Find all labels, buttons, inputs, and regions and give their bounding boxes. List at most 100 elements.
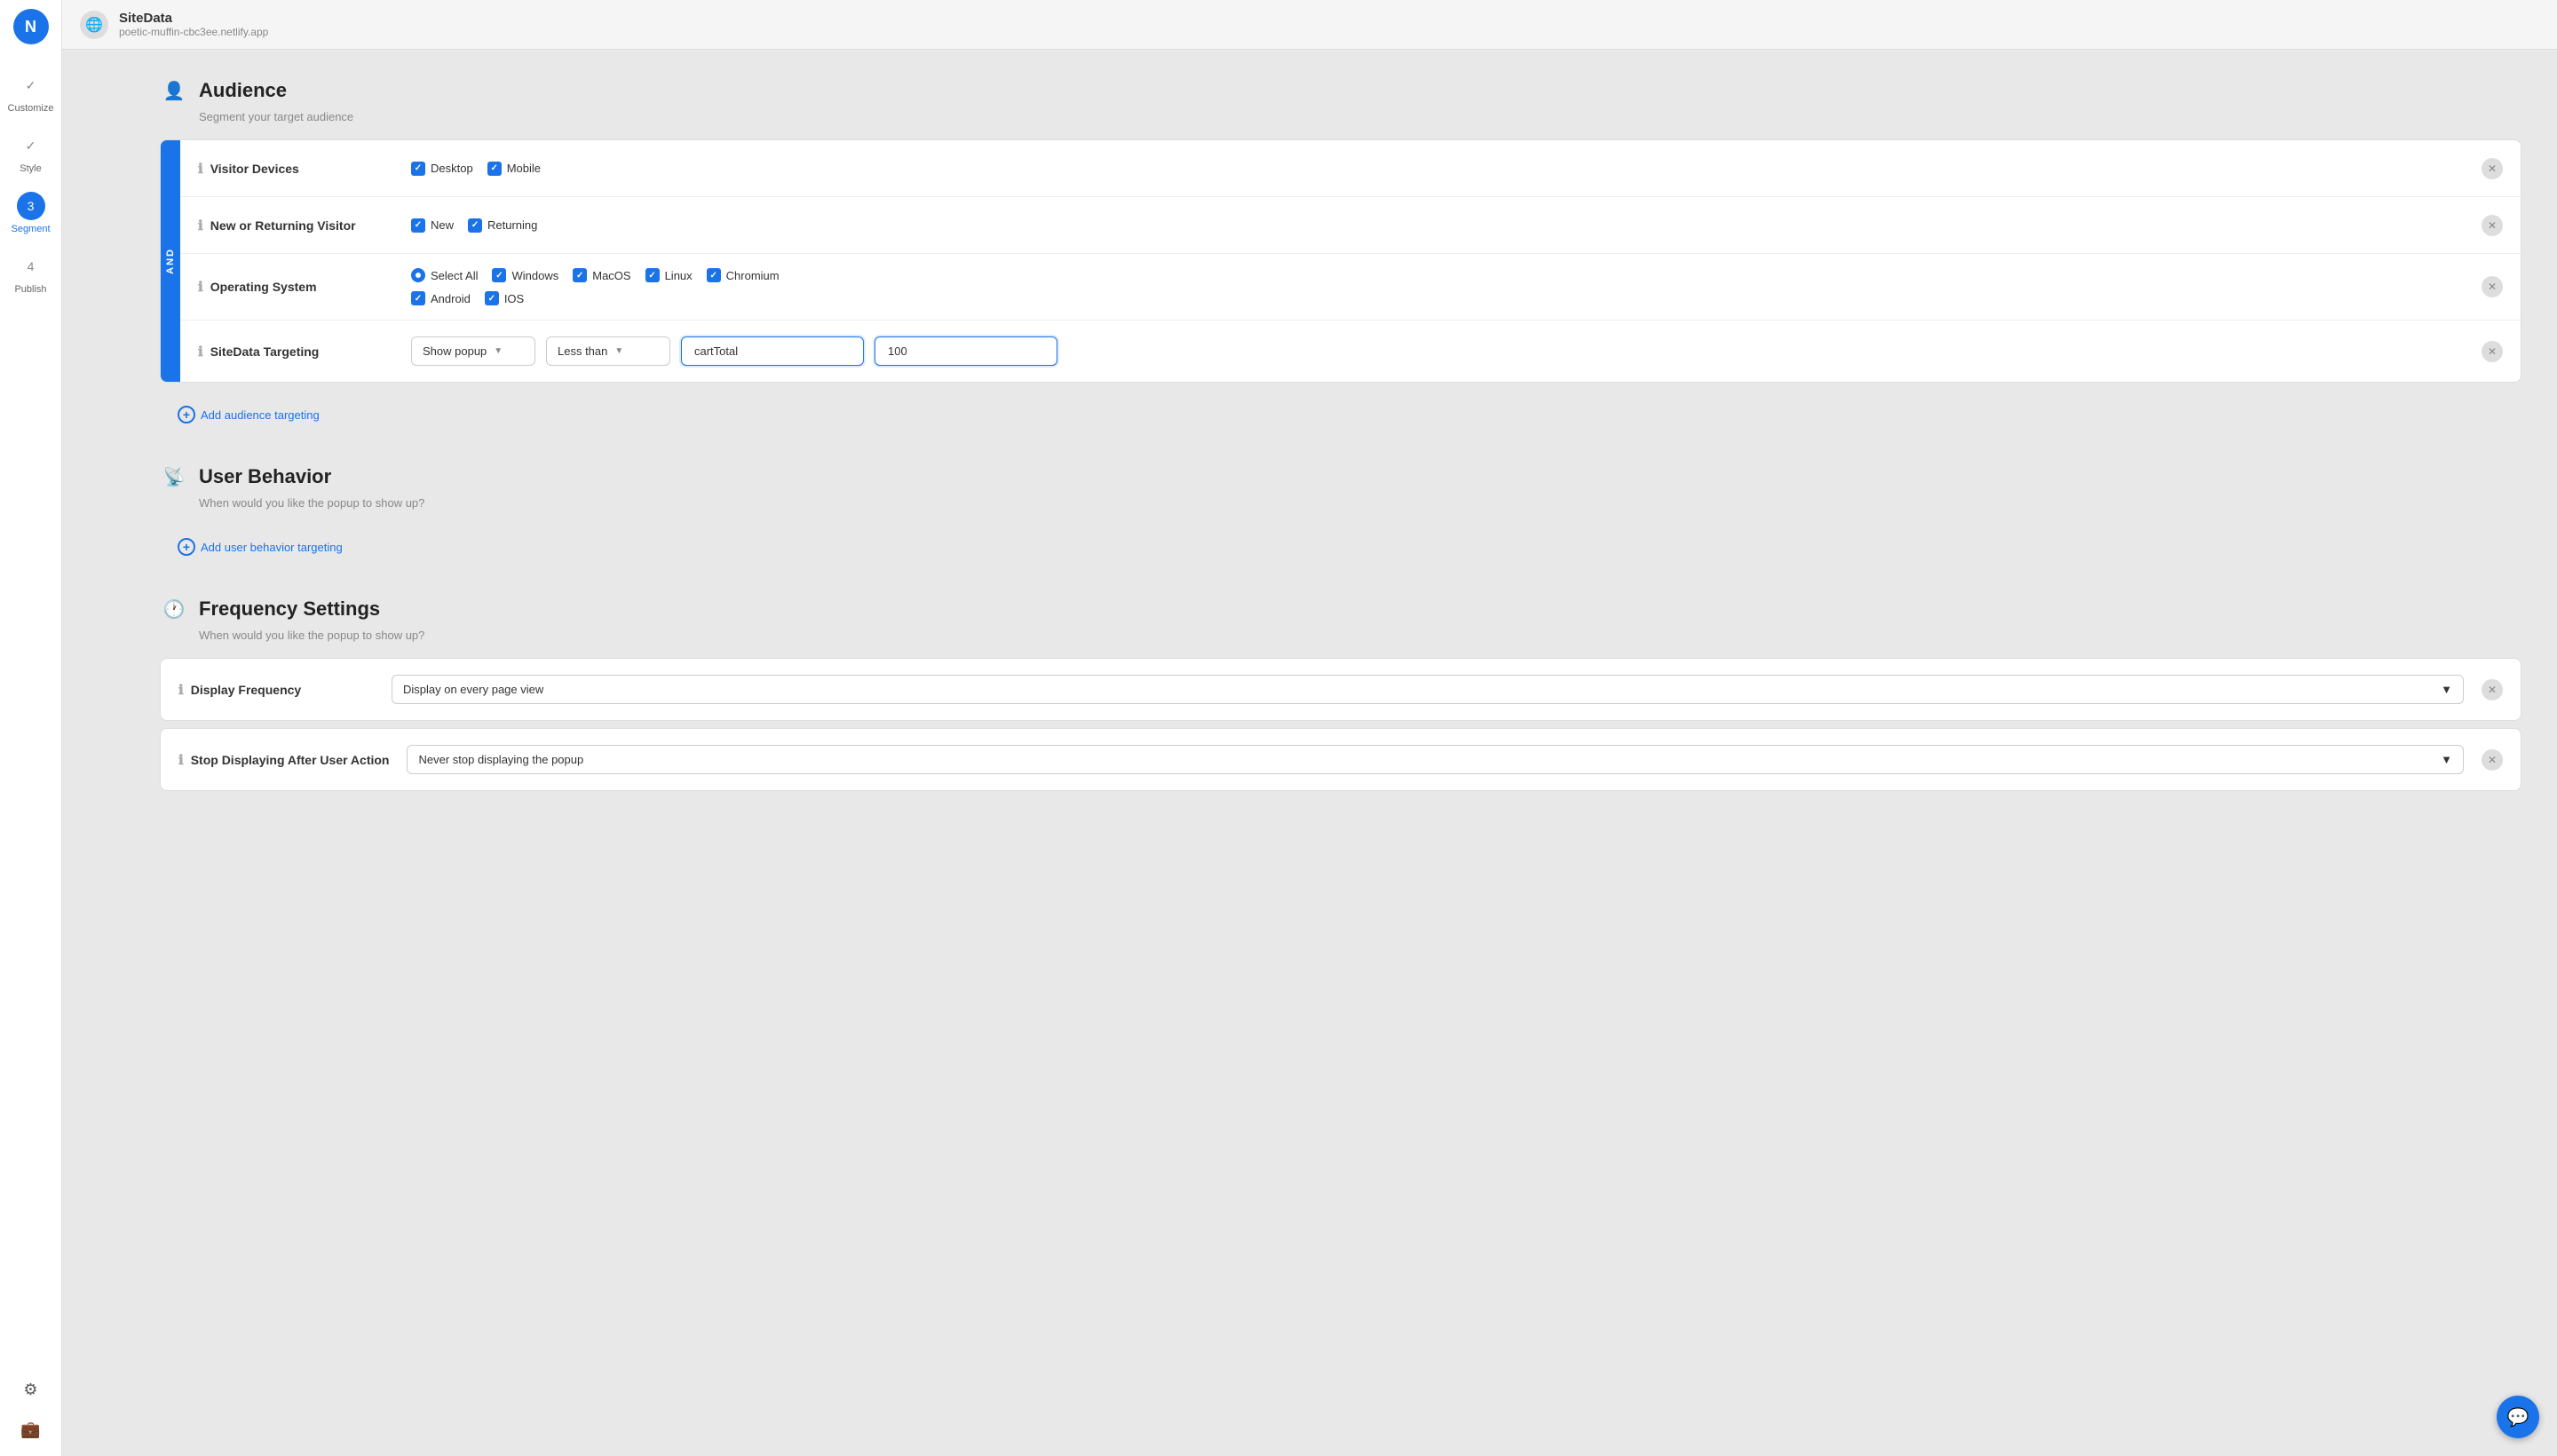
ub-subtitle: When would you like the popup to show up… — [199, 496, 2521, 510]
frequency-section: 🕐 Frequency Settings When would you like… — [160, 595, 2521, 791]
sidebar-item-style[interactable]: ✓ Style — [0, 123, 61, 183]
macos-checkbox[interactable]: MacOS — [573, 268, 630, 282]
select-all-radio-circle — [411, 268, 425, 282]
stop-displaying-value: Never stop displaying the popup — [418, 753, 583, 766]
stop-displaying-arrow: ▼ — [2441, 753, 2452, 766]
and-bar: AND — [161, 140, 180, 382]
main-content: 👤 Audience Segment your target audience … — [124, 50, 2557, 1456]
os-info-icon[interactable]: ℹ — [198, 279, 203, 295]
sidebar-label-style: Style — [20, 163, 41, 174]
freq-icon: 🕐 — [160, 595, 188, 623]
new-returning-row: ℹ New or Returning Visitor New Returning… — [180, 197, 2521, 254]
windows-checkbox-box — [492, 268, 506, 282]
ios-checkbox[interactable]: IOS — [485, 291, 524, 305]
display-frequency-close[interactable]: ✕ — [2482, 679, 2503, 700]
chat-button[interactable]: 💬 — [2497, 1396, 2539, 1438]
os-options-container: Select All Windows MacOS Linux — [411, 268, 2464, 305]
sitedata-targeting-row: ℹ SiteData Targeting Show popup ▼ Less t… — [180, 320, 2521, 382]
publish-icon: 4 — [17, 252, 45, 281]
macos-checkbox-box — [573, 268, 587, 282]
sidebar-item-segment[interactable]: 3 Segment — [0, 183, 61, 243]
and-label: AND — [165, 248, 176, 274]
audience-card: AND ℹ Visitor Devices Desktop Mobile — [160, 139, 2521, 383]
new-returning-info-icon[interactable]: ℹ — [198, 218, 203, 233]
display-frequency-row: ℹ Display Frequency Display on every pag… — [160, 658, 2521, 721]
visitor-devices-row: ℹ Visitor Devices Desktop Mobile ✕ — [180, 140, 2521, 197]
site-url: poetic-muffin-cbc3ee.netlify.app — [119, 26, 268, 38]
audience-subtitle: Segment your target audience — [199, 110, 2521, 123]
returning-checkbox-box — [468, 218, 482, 233]
visitor-devices-options: Desktop Mobile — [411, 162, 2464, 176]
audience-title: Audience — [199, 79, 287, 102]
windows-label: Windows — [511, 269, 558, 282]
display-freq-info-icon[interactable]: ℹ — [178, 682, 184, 698]
show-popup-label: Show popup — [423, 344, 487, 358]
android-checkbox[interactable]: Android — [411, 291, 471, 305]
show-popup-select[interactable]: Show popup ▼ — [411, 336, 535, 366]
sitedata-targeting-info-icon[interactable]: ℹ — [198, 344, 203, 360]
variable-input[interactable] — [681, 336, 864, 366]
display-frequency-label: ℹ Display Frequency — [178, 682, 374, 698]
os-row1: Select All Windows MacOS Linux — [411, 268, 2464, 282]
stop-displaying-info-icon[interactable]: ℹ — [178, 752, 184, 768]
mobile-checkbox[interactable]: Mobile — [487, 162, 541, 176]
style-icon: ✓ — [17, 131, 45, 160]
user-behavior-section: 📡 User Behavior When would you like the … — [160, 463, 2521, 568]
new-label: New — [431, 218, 454, 232]
returning-label: Returning — [487, 218, 537, 232]
visitor-devices-label: ℹ Visitor Devices — [198, 161, 393, 177]
new-checkbox-box — [411, 218, 425, 233]
audience-section-header: 👤 Audience — [160, 76, 2521, 105]
stop-displaying-select[interactable]: Never stop displaying the popup ▼ — [407, 745, 2464, 774]
visitor-devices-text: Visitor Devices — [210, 162, 299, 176]
macos-label: MacOS — [592, 269, 630, 282]
site-name: SiteData — [119, 11, 268, 26]
ios-checkbox-box — [485, 291, 499, 305]
desktop-checkbox[interactable]: Desktop — [411, 162, 473, 176]
chromium-checkbox[interactable]: Chromium — [707, 268, 780, 282]
topbar-title: SiteData poetic-muffin-cbc3ee.netlify.ap… — [119, 11, 268, 38]
linux-checkbox[interactable]: Linux — [645, 268, 693, 282]
new-checkbox[interactable]: New — [411, 218, 454, 233]
mobile-label: Mobile — [507, 162, 541, 175]
app-logo[interactable]: N — [13, 9, 49, 44]
android-checkbox-box — [411, 291, 425, 305]
add-audience-targeting[interactable]: + Add audience targeting — [160, 393, 2521, 436]
windows-checkbox[interactable]: Windows — [492, 268, 558, 282]
sitedata-targeting-text: SiteData Targeting — [210, 344, 320, 359]
add-ub-icon: + — [178, 538, 195, 556]
stop-displaying-label: ℹ Stop Displaying After User Action — [178, 752, 389, 768]
visitor-devices-info-icon[interactable]: ℹ — [198, 161, 203, 177]
sidebar-label-customize: Customize — [8, 103, 54, 114]
select-all-radio[interactable]: Select All — [411, 268, 478, 282]
stop-displaying-close[interactable]: ✕ — [2482, 749, 2503, 771]
condition-label: Less than — [558, 344, 607, 358]
sidebar-item-publish[interactable]: 4 Publish — [0, 243, 61, 304]
settings-button[interactable]: ⚙ — [13, 1372, 49, 1407]
returning-checkbox[interactable]: Returning — [468, 218, 537, 233]
new-returning-close[interactable]: ✕ — [2482, 215, 2503, 236]
stop-displaying-row: ℹ Stop Displaying After User Action Neve… — [160, 728, 2521, 791]
os-row: ℹ Operating System Select All Windows — [180, 254, 2521, 320]
sidebar-label-segment: Segment — [11, 224, 50, 234]
os-text: Operating System — [210, 280, 317, 294]
desktop-checkbox-box — [411, 162, 425, 176]
display-frequency-value: Display on every page view — [403, 683, 543, 696]
sitedata-targeting-close[interactable]: ✕ — [2482, 341, 2503, 362]
add-user-behavior-targeting[interactable]: + Add user behavior targeting — [160, 526, 2521, 568]
mobile-checkbox-box — [487, 162, 502, 176]
android-label: Android — [431, 292, 471, 305]
freq-title: Frequency Settings — [199, 597, 380, 621]
display-frequency-text: Display Frequency — [191, 683, 302, 697]
condition-select[interactable]: Less than ▼ — [546, 336, 670, 366]
briefcase-button[interactable]: 💼 — [13, 1412, 49, 1447]
os-close[interactable]: ✕ — [2482, 276, 2503, 297]
condition-arrow: ▼ — [614, 346, 623, 356]
number-input[interactable] — [875, 336, 1057, 366]
sidebar-item-customize[interactable]: ✓ Customize — [0, 62, 61, 123]
display-frequency-select[interactable]: Display on every page view ▼ — [392, 675, 2464, 704]
linux-label: Linux — [665, 269, 693, 282]
sidebar: N ✓ Customize ✓ Style 3 Segment 4 Publis… — [0, 0, 62, 1456]
visitor-devices-close[interactable]: ✕ — [2482, 158, 2503, 179]
os-row2: Android IOS — [411, 291, 2464, 305]
